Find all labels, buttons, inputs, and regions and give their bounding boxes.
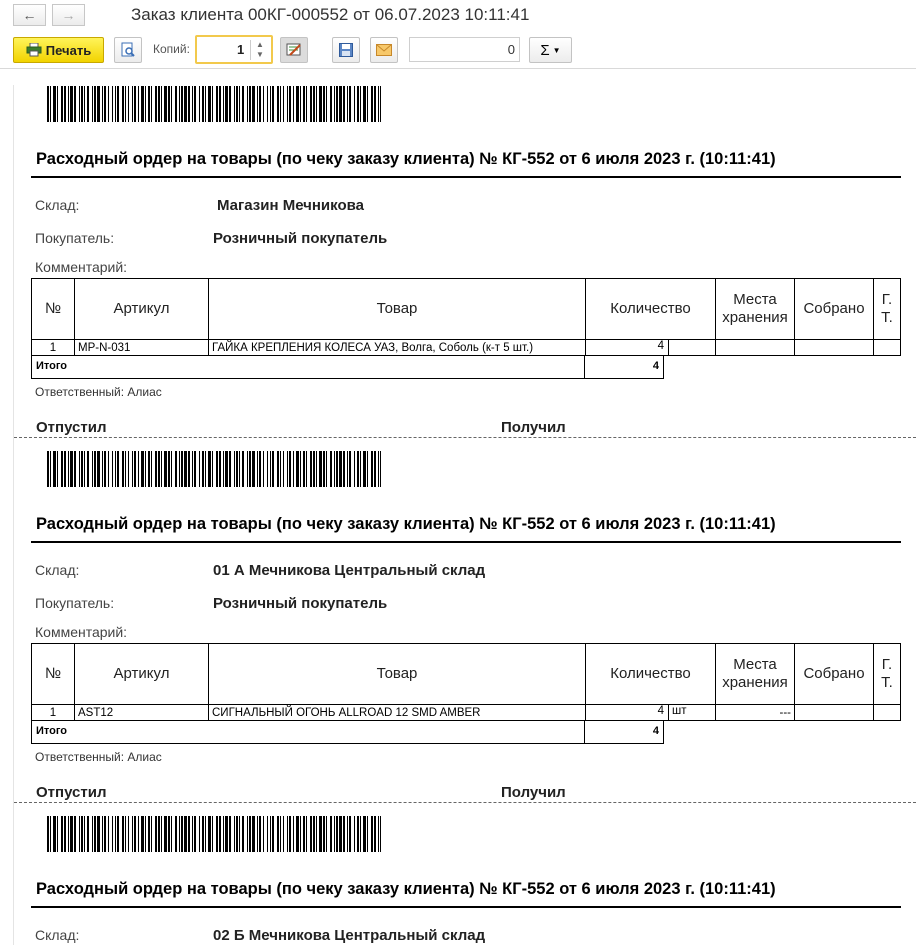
buyer-value: Розничный покупатель bbox=[213, 230, 388, 247]
warehouse-label: Склад: bbox=[35, 927, 80, 943]
responsible-text: Ответственный: Алиас bbox=[35, 750, 162, 764]
row-product: СИГНАЛЬНЫЙ ОГОНЬ ALLROAD 12 SMD AMBER bbox=[208, 704, 586, 721]
document-section: Расходный ордер на товары (по чеку заказ… bbox=[0, 434, 916, 803]
document-title: Расходный ордер на товары (по чеку заказ… bbox=[36, 515, 776, 533]
copies-spinner[interactable]: ▲ ▼ bbox=[250, 40, 269, 60]
table-row: 1 MP-N-031 ГАЙКА КРЕПЛЕНИЯ КОЛЕСА УАЗ, В… bbox=[31, 339, 901, 356]
row-quantity-cell: 4 шт bbox=[585, 704, 716, 721]
buyer-label: Покупатель: bbox=[35, 230, 115, 246]
column-header: Товар bbox=[208, 643, 586, 705]
table-header-row: № Артикул Товар Количество Места хранени… bbox=[31, 278, 901, 340]
row-product: ГАЙКА КРЕПЛЕНИЯ КОЛЕСА УАЗ, Волга, Собол… bbox=[208, 339, 586, 356]
sum-button[interactable]: Σ ▼ bbox=[529, 37, 572, 63]
chevron-down-icon: ▼ bbox=[552, 45, 561, 55]
save-icon bbox=[339, 43, 353, 57]
items-table: № Артикул Товар Количество Места хранени… bbox=[31, 278, 901, 356]
row-unit bbox=[669, 341, 672, 355]
amount-field[interactable]: 0 bbox=[409, 37, 520, 62]
edit-icon bbox=[286, 43, 301, 56]
comment-label: Комментарий: bbox=[35, 259, 128, 275]
preview-icon bbox=[121, 42, 135, 57]
back-button[interactable]: ← bbox=[13, 4, 46, 26]
document-area: Расходный ордер на товары (по чеку заказ… bbox=[0, 68, 916, 945]
copies-label: Копий: bbox=[153, 42, 190, 56]
preview-button[interactable] bbox=[114, 37, 142, 63]
column-header: Собрано bbox=[794, 643, 874, 705]
warehouse-value: 02 Б Мечникова Центральный склад bbox=[213, 927, 486, 944]
column-header: Собрано bbox=[794, 278, 874, 340]
table-header-row: № Артикул Товар Количество Места хранени… bbox=[31, 643, 901, 705]
column-header: № bbox=[31, 643, 75, 705]
arrow-left-icon: ← bbox=[22, 7, 37, 23]
row-sku: MP-N-031 bbox=[74, 339, 209, 356]
buyer-label: Покупатель: bbox=[35, 595, 115, 611]
total-label: Итого bbox=[31, 356, 585, 379]
barcode bbox=[47, 86, 381, 122]
column-header: Артикул bbox=[74, 278, 209, 340]
warehouse-value: Магазин Мечникова bbox=[217, 197, 364, 214]
row-quantity-cell: 4 bbox=[585, 339, 716, 356]
row-collected bbox=[794, 704, 874, 721]
row-sku: AST12 bbox=[74, 704, 209, 721]
document-title: Расходный ордер на товары (по чеку заказ… bbox=[36, 880, 776, 898]
responsible-text: Ответственный: Алиас bbox=[35, 385, 162, 399]
title-divider bbox=[31, 176, 901, 178]
row-place: --- bbox=[715, 704, 795, 721]
row-place bbox=[715, 339, 795, 356]
row-quantity: 4 bbox=[587, 705, 669, 720]
column-header: № bbox=[31, 278, 75, 340]
edit-button[interactable] bbox=[280, 37, 308, 63]
document-title: Расходный ордер на товары (по чеку заказ… bbox=[36, 150, 776, 168]
column-header: Места хранения bbox=[715, 278, 795, 340]
title-divider bbox=[31, 906, 901, 908]
mail-icon bbox=[376, 44, 392, 56]
row-quantity: 4 bbox=[587, 340, 669, 355]
column-header: Артикул bbox=[74, 643, 209, 705]
document-section: Расходный ордер на товары (по чеку заказ… bbox=[0, 69, 916, 438]
column-header: Количество bbox=[585, 278, 716, 340]
toolbar: Печать Копий: 1 ▲ ▼ 0 Σ ▼ bbox=[0, 34, 916, 66]
comment-label: Комментарий: bbox=[35, 624, 128, 640]
copies-value: 1 bbox=[237, 42, 245, 57]
column-header: Места хранения bbox=[715, 643, 795, 705]
table-row: 1 AST12 СИГНАЛЬНЫЙ ОГОНЬ ALLROAD 12 SMD … bbox=[31, 704, 901, 721]
printer-icon bbox=[26, 43, 42, 57]
forward-button[interactable]: → bbox=[52, 4, 85, 26]
row-gt bbox=[873, 704, 901, 721]
column-header: Количество bbox=[585, 643, 716, 705]
document-section: Расходный ордер на товары (по чеку заказ… bbox=[0, 799, 916, 944]
column-header: Товар bbox=[208, 278, 586, 340]
total-label: Итого bbox=[31, 721, 585, 744]
arrow-right-icon: → bbox=[61, 7, 76, 23]
barcode bbox=[47, 451, 381, 487]
items-table: № Артикул Товар Количество Места хранени… bbox=[31, 643, 901, 721]
total-value: 4 bbox=[584, 356, 664, 379]
copies-input[interactable]: 1 ▲ ▼ bbox=[195, 35, 273, 64]
total-value: 4 bbox=[584, 721, 664, 744]
warehouse-label: Склад: bbox=[35, 562, 80, 578]
save-button[interactable] bbox=[332, 37, 360, 63]
buyer-value: Розничный покупатель bbox=[213, 595, 388, 612]
window-title: Заказ клиента 00КГ-000552 от 06.07.2023 … bbox=[131, 5, 530, 24]
row-unit: шт bbox=[672, 705, 687, 718]
barcode bbox=[47, 816, 381, 852]
row-gt bbox=[873, 339, 901, 356]
print-button-label: Печать bbox=[45, 42, 92, 58]
column-header: Г. Т. bbox=[873, 278, 901, 340]
print-button[interactable]: Печать bbox=[13, 37, 104, 63]
row-collected bbox=[794, 339, 874, 356]
column-header: Г. Т. bbox=[873, 643, 901, 705]
title-divider bbox=[31, 541, 901, 543]
mail-button[interactable] bbox=[370, 37, 398, 63]
sum-icon: Σ bbox=[540, 41, 550, 59]
row-number: 1 bbox=[31, 704, 75, 721]
warehouse-label: Склад: bbox=[35, 197, 80, 213]
row-number: 1 bbox=[31, 339, 75, 356]
warehouse-value: 01 А Мечникова Центральный склад bbox=[213, 562, 486, 579]
